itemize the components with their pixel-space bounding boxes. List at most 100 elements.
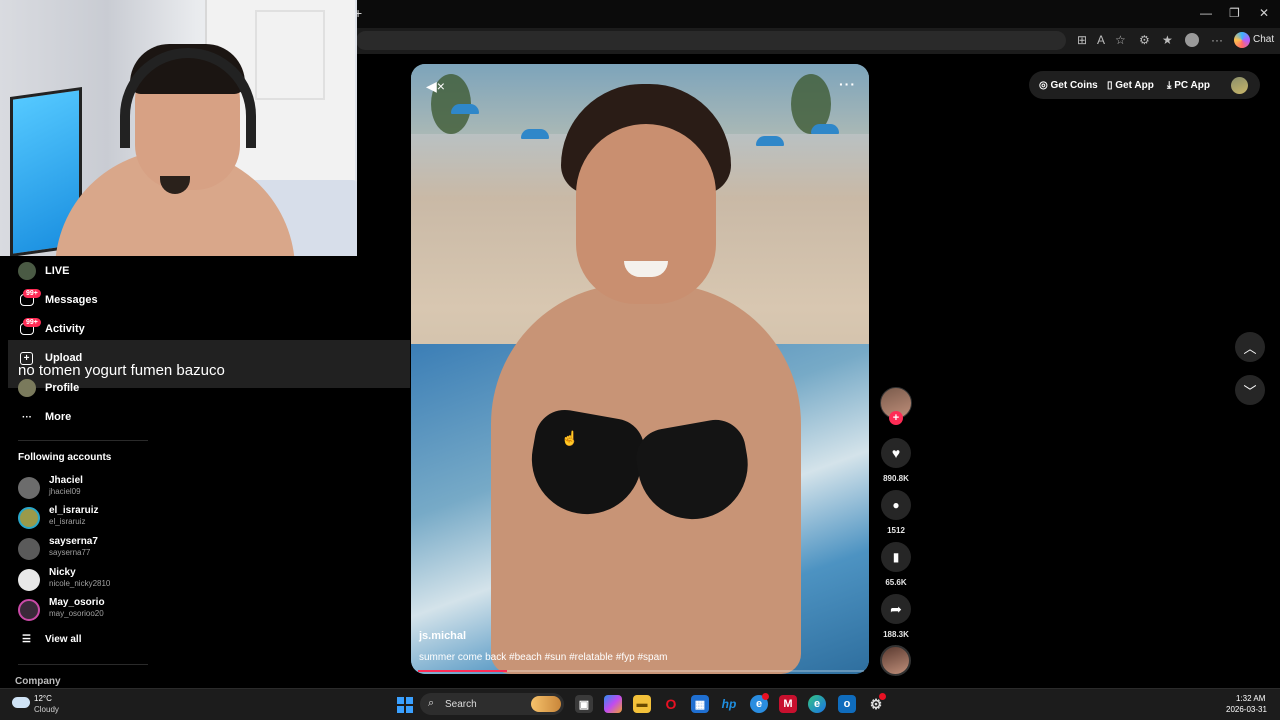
sidebar-item-live[interactable]: LIVE xyxy=(18,261,69,281)
minimize-icon[interactable]: — xyxy=(1200,6,1212,20)
previous-video-button[interactable]: ︿ xyxy=(1235,332,1265,362)
address-bar[interactable] xyxy=(356,31,1066,50)
windows-start-icon[interactable] xyxy=(397,697,413,713)
apps-icon[interactable]: ⊞ xyxy=(1077,33,1087,47)
task-view-icon[interactable]: ▣ xyxy=(575,695,593,713)
microsoft-store-icon[interactable]: ▦ xyxy=(691,695,709,713)
video-progress-bar[interactable] xyxy=(418,670,864,672)
save-button[interactable]: ▮ xyxy=(881,542,911,572)
account-handle: el_israruiz xyxy=(49,517,86,526)
messages-icon: 99+ xyxy=(20,289,41,306)
get-coins-label: Get Coins xyxy=(1050,80,1098,91)
get-app-label: Get App xyxy=(1115,80,1154,91)
share-button[interactable]: ➦ xyxy=(881,594,911,624)
video-umbrella xyxy=(451,104,479,114)
sidebar-item-activity[interactable]: 99+ Activity xyxy=(18,318,85,339)
read-aloud-icon[interactable]: A xyxy=(1097,33,1105,47)
video-umbrella xyxy=(756,136,784,146)
account-name: Nicky xyxy=(49,567,76,578)
follow-plus-icon[interactable]: + xyxy=(889,411,903,425)
comment-count: 1512 xyxy=(887,526,905,535)
chevron-down-icon: ﹀ xyxy=(1243,383,1257,399)
next-video-button[interactable]: ﹀ xyxy=(1235,375,1265,405)
comment-button[interactable]: ● xyxy=(881,490,911,520)
sidebar-item-more[interactable]: ··· More xyxy=(18,407,71,427)
webcam-door-panel xyxy=(255,10,325,100)
video-player[interactable] xyxy=(411,64,869,674)
search-icon: ⌕ xyxy=(428,697,435,709)
volume-muted-icon[interactable]: ◀× xyxy=(426,78,445,95)
opera-icon[interactable]: O xyxy=(662,695,680,713)
sidebar-item-label: LIVE xyxy=(45,265,70,277)
video-more-icon[interactable]: ··· xyxy=(839,76,856,92)
outlook-icon[interactable]: o xyxy=(838,695,856,713)
taskbar-search-label: Search xyxy=(445,699,477,710)
profile-icon xyxy=(18,379,36,397)
like-count: 890.8K xyxy=(883,474,909,483)
video-person-face xyxy=(576,124,716,304)
sidebar-item-label: Messages xyxy=(45,294,98,306)
messages-badge: 99+ xyxy=(23,289,41,298)
like-button[interactable]: ♥ xyxy=(881,438,911,468)
screen: + — ❐ ✕ ⊞ A ☆ ⚙ ★ ··· Chat LIVE 99+ Mess… xyxy=(0,0,1280,720)
user-avatar[interactable] xyxy=(1231,77,1248,94)
video-progress-fill xyxy=(418,670,508,672)
sidebar-item-profile[interactable]: Profile xyxy=(18,378,79,398)
company-link[interactable]: Company xyxy=(15,676,61,687)
share-count: 188.3K xyxy=(883,630,909,639)
sidebar-item-messages[interactable]: 99+ Messages xyxy=(18,289,98,310)
account-handle: may_osorioo20 xyxy=(49,609,104,618)
sidebar-divider xyxy=(18,664,148,665)
favorite-star-icon[interactable]: ☆ xyxy=(1115,33,1126,47)
file-explorer-icon[interactable]: ▬ xyxy=(633,695,651,713)
hp-icon[interactable]: hp xyxy=(720,695,738,713)
weather-condition[interactable]: Cloudy xyxy=(34,705,59,714)
avatar xyxy=(18,569,40,591)
get-coins-button[interactable]: ◎ Get Coins xyxy=(1039,80,1098,91)
activity-icon: 99+ xyxy=(20,318,41,335)
chevron-up-icon: ︿ xyxy=(1243,340,1257,356)
video-umbrella xyxy=(521,129,549,139)
save-count: 65.6K xyxy=(885,578,907,587)
pc-app-label: PC App xyxy=(1174,80,1210,91)
activity-badge: 99+ xyxy=(23,318,41,327)
notification-dot xyxy=(879,693,886,700)
close-icon[interactable]: ✕ xyxy=(1259,6,1269,20)
mcafee-icon[interactable]: M xyxy=(779,695,797,713)
avatar xyxy=(18,538,40,560)
account-name: el_israruiz xyxy=(49,505,99,516)
stream-caption-text: no tomen yogurt fumen bazuco xyxy=(18,362,225,379)
video-author[interactable]: js.michal xyxy=(419,630,466,642)
webcam-overlay xyxy=(0,0,357,256)
restore-icon[interactable]: ❐ xyxy=(1229,6,1240,20)
account-handle: sayserna77 xyxy=(49,548,91,557)
copilot-app-icon[interactable] xyxy=(604,695,622,713)
copilot-icon[interactable] xyxy=(1234,32,1250,48)
pc-app-button[interactable]: ⤓ PC App xyxy=(1167,80,1210,91)
browser-profile-avatar[interactable] xyxy=(1185,33,1199,47)
account-name: May_osorio xyxy=(49,597,105,608)
heart-icon: ♥ xyxy=(891,445,901,461)
account-handle: nicole_nicky2810 xyxy=(49,579,111,588)
view-all-label: View all xyxy=(44,634,82,645)
sound-disc-avatar[interactable] xyxy=(880,645,911,676)
taskbar-date[interactable]: 2026-03-31 xyxy=(1226,705,1267,714)
edge-browser-icon[interactable]: e xyxy=(808,695,826,713)
avatar xyxy=(18,477,40,499)
settings-more-icon[interactable]: ··· xyxy=(1211,33,1223,47)
sidebar-divider xyxy=(18,440,148,441)
get-app-button[interactable]: ▯ Get App xyxy=(1107,80,1154,91)
live-icon xyxy=(18,262,36,280)
favorites-icon[interactable]: ★ xyxy=(1162,33,1173,47)
chat-label[interactable]: Chat xyxy=(1253,34,1274,45)
comment-icon: ● xyxy=(892,498,900,512)
weather-temperature[interactable]: 12°C xyxy=(34,694,52,703)
taskbar-time[interactable]: 1:32 AM xyxy=(1236,694,1265,703)
extensions-icon[interactable]: ⚙ xyxy=(1139,33,1150,47)
avatar xyxy=(18,599,40,621)
list-icon: ☰ xyxy=(22,634,31,645)
account-handle: jhaciel09 xyxy=(49,487,81,496)
account-name: Jhaciel xyxy=(49,475,83,486)
video-umbrella xyxy=(811,124,839,134)
view-all-button[interactable]: ☰ View all xyxy=(22,634,81,645)
